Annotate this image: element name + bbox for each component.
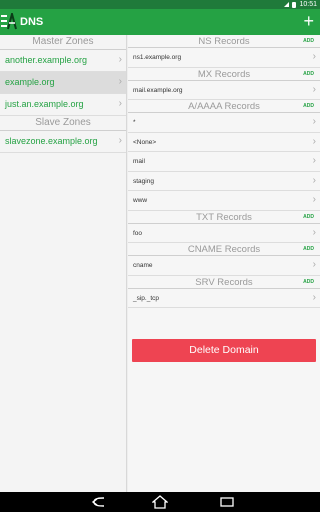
record-section-title: A/AAAA Records: [188, 101, 260, 112]
add-record-button[interactable]: ADD: [303, 103, 314, 109]
record-label: ns1.example.org: [133, 54, 182, 61]
chevron-right-icon: ›: [312, 83, 316, 95]
record-label: foo: [133, 229, 143, 237]
chevron-right-icon: ›: [118, 54, 122, 65]
record-item[interactable]: mail ›: [128, 152, 320, 172]
record-item[interactable]: www ›: [128, 191, 320, 211]
zone-item-selected[interactable]: example.org ›: [0, 72, 126, 94]
record-section-title: NS Records: [198, 36, 250, 47]
app-title: DNS: [20, 16, 44, 28]
add-zone-button[interactable]: +: [303, 12, 314, 30]
record-item[interactable]: staging ›: [128, 172, 320, 191]
records-list: NS Records ADD ns1.example.org › MX Records A…: [128, 35, 320, 308]
record-label: mail.example.org: [133, 86, 183, 94]
battery-icon: [292, 1, 297, 8]
record-label: cname: [133, 262, 153, 269]
record-label: staging: [133, 177, 154, 185]
chevron-right-icon: ›: [312, 174, 316, 186]
action-bar: DNS +: [0, 9, 320, 35]
record-section-title: MX Records: [197, 68, 251, 80]
record-section-header: NS Records ADD: [128, 35, 320, 48]
delete-domain-button[interactable]: Delete Domain: [132, 339, 316, 362]
chevron-right-icon: ›: [312, 116, 316, 127]
zone-label: just.an.example.org: [5, 99, 84, 109]
home-icon[interactable]: [152, 495, 168, 509]
navigation-bar: [0, 492, 320, 512]
chevron-right-icon: ›: [312, 135, 316, 147]
record-label: *: [133, 119, 136, 126]
zone-item[interactable]: another.example.org ›: [0, 50, 126, 72]
status-time: 10:51: [299, 1, 317, 8]
slave-zones-header: Slave Zones: [0, 116, 126, 131]
chevron-right-icon: ›: [118, 76, 122, 87]
add-record-button[interactable]: ADD: [303, 38, 314, 44]
zone-detail-panel: NS Records ADD ns1.example.org › MX Records A…: [128, 35, 320, 492]
recents-icon[interactable]: [220, 497, 234, 507]
record-label: mail: [133, 158, 145, 165]
chevron-right-icon: ›: [118, 135, 122, 146]
add-record-button[interactable]: ADD: [303, 214, 314, 220]
zone-label: example.org: [5, 77, 55, 87]
zone-label: another.example.org: [5, 55, 88, 65]
record-item[interactable]: <None> ›: [128, 133, 320, 152]
chevron-right-icon: ›: [312, 259, 316, 270]
add-record-button[interactable]: ADD: [303, 279, 314, 285]
signal-icon: [284, 2, 290, 7]
zone-item[interactable]: just.an.example.org ›: [0, 94, 126, 116]
record-item[interactable]: mail.example.org ›: [128, 81, 320, 100]
zone-label: slavezone.example.org: [5, 136, 98, 146]
chevron-right-icon: ›: [312, 155, 316, 166]
record-label: www: [133, 197, 148, 204]
zone-item[interactable]: slavezone.example.org ›: [0, 131, 126, 153]
record-item[interactable]: * ›: [128, 113, 320, 133]
record-item[interactable]: _sip._tcp ›: [128, 289, 320, 308]
add-record-button[interactable]: ADD: [303, 71, 314, 77]
record-section-header: A/AAAA Records ADD: [128, 100, 320, 113]
chevron-right-icon: ›: [312, 51, 316, 62]
record-label: <None>: [133, 138, 157, 146]
record-section-title: CNAME Records: [187, 244, 261, 255]
chevron-right-icon: ›: [312, 194, 316, 205]
status-bar: 10:51: [0, 0, 320, 9]
record-section-header: CNAME Records ADD: [128, 243, 320, 256]
chevron-right-icon: ›: [312, 291, 316, 303]
back-icon[interactable]: [90, 496, 106, 508]
record-item[interactable]: cname ›: [128, 256, 320, 276]
record-section-title: SRV Records: [195, 276, 253, 288]
zone-sidebar: Master Zones another.example.org › examp…: [0, 35, 127, 492]
chevron-right-icon: ›: [118, 98, 122, 109]
app-logo-icon: [7, 13, 17, 30]
add-record-button[interactable]: ADD: [303, 246, 314, 252]
record-item[interactable]: ns1.example.org ›: [128, 48, 320, 68]
record-item[interactable]: foo ›: [128, 224, 320, 243]
record-section-header: TXT Records ADD: [128, 211, 320, 224]
record-section-header: MX Records ADD: [128, 68, 320, 81]
master-zones-header: Master Zones: [0, 35, 126, 50]
record-section-title: TXT Records: [196, 211, 252, 223]
record-label: _sip._tcp: [133, 294, 160, 302]
record-section-header: SRV Records ADD: [128, 276, 320, 289]
chevron-right-icon: ›: [312, 226, 316, 238]
